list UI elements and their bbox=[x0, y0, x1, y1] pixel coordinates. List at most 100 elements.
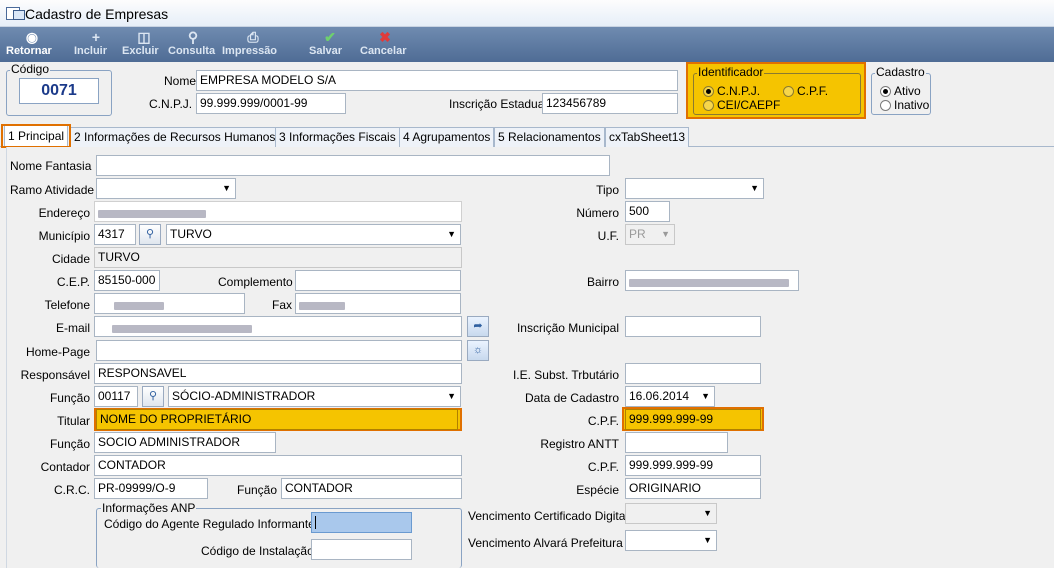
ie-label: Inscrição Estadual bbox=[449, 97, 548, 111]
tab-cxtabsheet13[interactable]: cxTabSheet13 bbox=[605, 127, 690, 147]
crc-input[interactable]: PR-09999/O-9 bbox=[94, 478, 208, 499]
magnifier-icon: ⚲ bbox=[187, 29, 199, 45]
x-icon: ✖ bbox=[379, 29, 391, 45]
chevron-down-icon: ▼ bbox=[703, 508, 712, 518]
email-label: E-mail bbox=[55, 321, 90, 335]
especie-input[interactable]: ORIGINARIO bbox=[625, 478, 761, 499]
cadastro-legend: Cadastro bbox=[875, 65, 926, 79]
ramo-atividade-label: Ramo Atividade bbox=[10, 183, 95, 197]
chevron-down-icon: ▼ bbox=[701, 391, 710, 401]
anp-legend: Informações ANP bbox=[101, 501, 197, 515]
checkmark-icon: ✔ bbox=[324, 29, 336, 45]
municipio-name-select[interactable]: TURVO ▼ bbox=[166, 224, 461, 245]
cpf-label: C.P.F. bbox=[587, 414, 619, 428]
cpf2-input[interactable]: 999.999.999-99 bbox=[625, 455, 761, 476]
cnpj-input[interactable]: 99.999.999/0001-99 bbox=[196, 93, 346, 114]
inscricao-municipal-label: Inscrição Municipal bbox=[516, 321, 619, 335]
window-title: Cadastro de Empresas bbox=[25, 6, 169, 22]
funcao-code-input[interactable]: 00117 bbox=[94, 386, 138, 407]
registro-antt-label: Registro ANTT bbox=[540, 437, 619, 451]
codigo-label: Código bbox=[10, 62, 51, 76]
tab-informacoes-fiscais[interactable]: 3 Informações Fiscais bbox=[275, 127, 400, 147]
home-page-input[interactable] bbox=[96, 340, 462, 361]
toolbar: ◉ Retornar + Incluir ◫ Excluir ⚲ Consult… bbox=[0, 27, 1054, 62]
radio-cei[interactable] bbox=[703, 100, 714, 111]
data-cadastro-label: Data de Cadastro bbox=[524, 391, 619, 405]
telefone-input[interactable] bbox=[94, 293, 245, 314]
chevron-down-icon: ▼ bbox=[222, 183, 231, 193]
municipio-search-button[interactable]: ⚲ bbox=[139, 224, 161, 245]
ramo-atividade-select[interactable]: ▼ bbox=[96, 178, 236, 199]
impressao-button[interactable]: ⎙ Impressão bbox=[222, 27, 284, 62]
cpf-input[interactable]: 999.999.999-99 bbox=[625, 409, 761, 430]
uf-select: PR ▼ bbox=[625, 224, 675, 245]
incluir-button[interactable]: + Incluir bbox=[74, 27, 118, 62]
telefone-label: Telefone bbox=[44, 298, 90, 312]
plus-icon: + bbox=[91, 29, 101, 45]
tab-bar: 1 Principal 2 Informações de Recursos Hu… bbox=[0, 125, 1054, 147]
radio-cei-label: CEI/CAEPF bbox=[717, 98, 781, 112]
cidade-label: Cidade bbox=[51, 252, 90, 266]
radio-cpf[interactable] bbox=[783, 86, 794, 97]
ie-subst-input[interactable] bbox=[625, 363, 761, 384]
chevron-down-icon: ▼ bbox=[750, 183, 759, 193]
excluir-button[interactable]: ◫ Excluir bbox=[122, 27, 166, 62]
tipo-select[interactable]: ▼ bbox=[625, 178, 764, 199]
tab-principal-highlight bbox=[1, 124, 71, 148]
funcao-search-button[interactable]: ⚲ bbox=[142, 386, 164, 407]
title-bar: Cadastro de Empresas bbox=[0, 0, 1054, 27]
nome-fantasia-input[interactable] bbox=[96, 155, 610, 176]
fax-input[interactable] bbox=[295, 293, 461, 314]
chevron-down-icon: ▼ bbox=[661, 229, 670, 239]
bairro-input[interactable] bbox=[625, 270, 799, 291]
radio-ativo[interactable] bbox=[880, 86, 891, 97]
tab-recursos-humanos[interactable]: 2 Informações de Recursos Humanos bbox=[70, 127, 280, 147]
salvar-button[interactable]: ✔ Salvar bbox=[309, 27, 351, 62]
anp-agente-label: Código do Agente Regulado Informante bbox=[104, 517, 315, 531]
venc-alvara-select[interactable]: ▼ bbox=[625, 530, 717, 551]
inscricao-municipal-input[interactable] bbox=[625, 316, 761, 337]
venc-cert-select[interactable]: ▼ bbox=[625, 503, 717, 524]
radio-inativo[interactable] bbox=[880, 100, 891, 111]
data-cadastro-input[interactable]: 16.06.2014 ▼ bbox=[625, 386, 715, 407]
titular-label: Titular bbox=[57, 414, 90, 428]
venc-alvara-label: Vencimento Alvará Prefeitura bbox=[468, 536, 623, 550]
retornar-button[interactable]: ◉ Retornar bbox=[6, 27, 58, 62]
contador-input[interactable]: CONTADOR bbox=[94, 455, 462, 476]
complemento-input[interactable] bbox=[295, 270, 461, 291]
funcao2-input[interactable]: SOCIO ADMINISTRADOR bbox=[94, 432, 276, 453]
municipio-code-input[interactable]: 4317 bbox=[94, 224, 136, 245]
cep-input[interactable]: 85150-000 bbox=[94, 270, 160, 291]
radio-cnpj-label: C.N.P.J. bbox=[717, 84, 761, 98]
funcao3-input[interactable]: CONTADOR bbox=[281, 478, 462, 499]
numero-input[interactable]: 500 bbox=[625, 201, 670, 222]
responsavel-input[interactable]: RESPONSAVEL bbox=[94, 363, 462, 384]
funcao3-label: Função bbox=[237, 483, 278, 497]
email-input[interactable] bbox=[94, 316, 462, 337]
titular-input[interactable]: NOME DO PROPRIETÁRIO bbox=[96, 409, 458, 430]
tab-agrupamentos[interactable]: 4 Agrupamentos bbox=[399, 127, 495, 147]
search-icon: ⚲ bbox=[148, 390, 158, 402]
cancelar-button[interactable]: ✖ Cancelar bbox=[360, 27, 410, 62]
funcao-name-select[interactable]: SÓCIO-ADMINISTRADOR ▼ bbox=[168, 386, 461, 407]
fax-label: Fax bbox=[272, 298, 293, 312]
anp-agente-input[interactable] bbox=[311, 512, 412, 533]
tipo-label: Tipo bbox=[596, 183, 619, 197]
home-page-label: Home-Page bbox=[25, 345, 90, 359]
cidade-input: TURVO bbox=[94, 247, 462, 268]
open-browser-button[interactable]: ☼ bbox=[467, 340, 489, 361]
tab-relacionamentos[interactable]: 5 Relacionamentos bbox=[494, 127, 605, 147]
contador-label: Contador bbox=[40, 460, 90, 474]
chevron-down-icon: ▼ bbox=[447, 391, 456, 401]
registro-antt-input[interactable] bbox=[625, 432, 728, 453]
ie-input[interactable]: 123456789 bbox=[542, 93, 678, 114]
consulta-button[interactable]: ⚲ Consulta bbox=[168, 27, 218, 62]
anp-instalacao-input[interactable] bbox=[311, 539, 412, 560]
radio-ativo-label: Ativo bbox=[894, 84, 921, 98]
radio-cnpj[interactable] bbox=[703, 86, 714, 97]
trash-icon: ◫ bbox=[137, 29, 151, 45]
nome-input[interactable]: EMPRESA MODELO S/A bbox=[196, 70, 678, 91]
radio-inativo-label: Inativo bbox=[894, 98, 930, 112]
endereco-input[interactable] bbox=[94, 201, 462, 222]
radio-cpf-label: C.P.F. bbox=[797, 84, 829, 98]
